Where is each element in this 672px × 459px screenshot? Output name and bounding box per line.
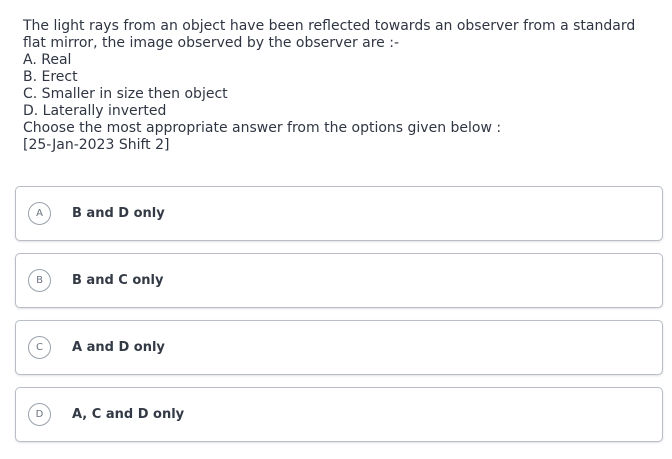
option-label: A, C and D only bbox=[72, 407, 185, 422]
option-b[interactable]: B B and C only bbox=[15, 253, 663, 308]
option-d[interactable]: D A, C and D only bbox=[15, 387, 663, 442]
question-line: flat mirror, the image observed by the o… bbox=[23, 35, 400, 51]
option-letter-badge: C bbox=[28, 336, 51, 359]
option-letter-badge: A bbox=[28, 202, 51, 225]
option-label: B and D only bbox=[72, 206, 165, 221]
instruction-line: Choose the most appropriate answer from … bbox=[23, 120, 502, 136]
option-label: B and C only bbox=[72, 273, 164, 288]
option-letter-badge: B bbox=[28, 269, 51, 292]
statement-d: D. Laterally inverted bbox=[23, 103, 167, 119]
option-c[interactable]: C A and D only bbox=[15, 320, 663, 375]
option-letter-badge: D bbox=[28, 403, 51, 426]
options-list: A B and D only B B and C only C A and D … bbox=[15, 186, 663, 454]
question-line: The light rays from an object have been … bbox=[23, 18, 636, 34]
statement-c: C. Smaller in size then object bbox=[23, 86, 228, 102]
statement-b: B. Erect bbox=[23, 69, 78, 85]
question-text: The light rays from an object have been … bbox=[23, 18, 663, 154]
statement-a: A. Real bbox=[23, 52, 72, 68]
exam-tag: [25-Jan-2023 Shift 2] bbox=[23, 137, 170, 153]
option-a[interactable]: A B and D only bbox=[15, 186, 663, 241]
option-label: A and D only bbox=[72, 340, 165, 355]
